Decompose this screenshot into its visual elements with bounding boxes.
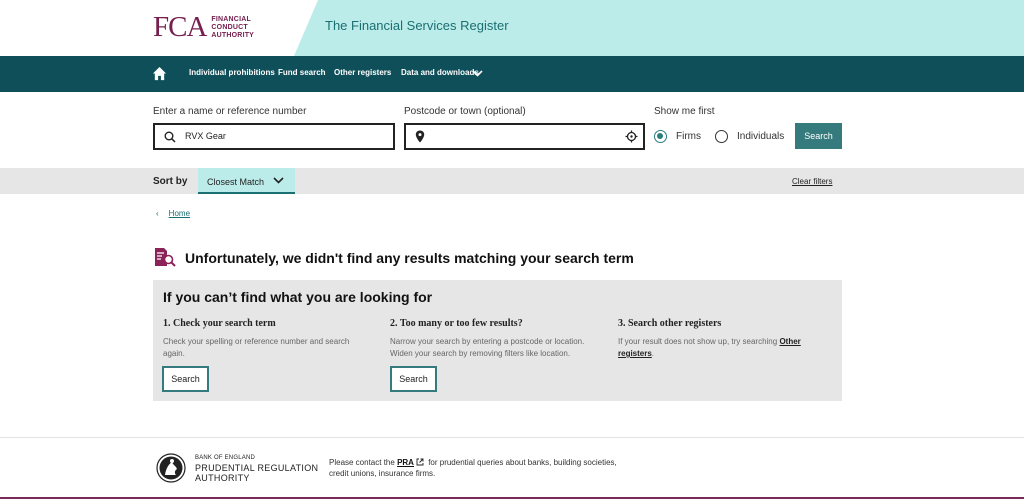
back-chevron-icon: ‹ (156, 209, 159, 218)
name-field-label: Enter a name or reference number (153, 106, 307, 117)
help-col3-text: If your result does not show up, try sea… (618, 337, 778, 346)
pra-contact-text: Please contact the PRA for prudential qu… (329, 458, 617, 478)
fca-logo[interactable]: FCA FINANCIAL CONDUCT AUTHORITY (153, 13, 254, 42)
chevron-down-icon[interactable] (472, 70, 483, 77)
no-results-heading: Unfortunately, we didn't find any result… (185, 250, 634, 266)
pra-link[interactable]: PRA (397, 458, 414, 467)
crosshair-icon[interactable] (625, 130, 638, 143)
help-col2-heading: 2. Too many or too few results? (390, 318, 523, 329)
help-col3-body: If your result does not show up, try sea… (618, 336, 828, 360)
sort-select[interactable]: Closest Match (198, 168, 295, 194)
breadcrumb: ‹ Home (156, 209, 190, 218)
show-first-label: Show me first (654, 106, 715, 117)
pra-crest-icon (156, 453, 186, 483)
site-header: FCA FINANCIAL CONDUCT AUTHORITY The Fina… (0, 0, 1024, 56)
postcode-input[interactable] (404, 123, 645, 150)
help-column-1: 1. Check your search term Check your spe… (163, 318, 373, 360)
sort-label: Sort by (153, 176, 188, 187)
help-title: If you can’t find what you are looking f… (163, 289, 433, 305)
location-pin-icon (415, 130, 425, 143)
nav-other-registers[interactable]: Other registers (334, 68, 391, 77)
individuals-radio[interactable] (715, 130, 728, 143)
name-search-value: RVX Gear (185, 131, 226, 141)
main-nav: Individual prohibitions Fund search Othe… (0, 56, 1024, 92)
help-col3-end: . (651, 349, 655, 358)
help-column-3: 3. Search other registers If your result… (618, 318, 828, 360)
search-button[interactable]: Search (795, 123, 842, 149)
postcode-field-label: Postcode or town (optional) (404, 106, 526, 117)
pra-name: PRUDENTIAL REGULATION AUTHORITY (195, 463, 319, 483)
nav-data-and-downloads[interactable]: Data and downloads (401, 68, 479, 77)
nav-individual-prohibitions[interactable]: Individual prohibitions (189, 68, 275, 77)
logo-text: FINANCIAL CONDUCT AUTHORITY (211, 15, 255, 39)
search-icon (164, 131, 176, 143)
name-search-input[interactable]: RVX Gear (153, 123, 395, 150)
home-icon[interactable] (152, 66, 167, 81)
logo-mark: FCA (153, 11, 207, 43)
firms-radio-label[interactable]: Firms (676, 131, 701, 142)
nav-fund-search[interactable]: Fund search (278, 68, 326, 77)
help-col2-text: Narrow your search by entering a postcod… (390, 337, 585, 358)
site-title[interactable]: The Financial Services Register (325, 18, 509, 33)
help-search-button-1[interactable]: Search (162, 366, 209, 392)
external-link-icon (416, 458, 424, 466)
chevron-down-icon (273, 177, 284, 184)
help-col1-heading: 1. Check your search term (163, 318, 276, 329)
breadcrumb-home-link[interactable]: Home (169, 209, 190, 218)
help-search-button-2[interactable]: Search (390, 366, 437, 392)
help-col3-heading: 3. Search other registers (618, 318, 722, 329)
sort-bar: Sort by Closest Match Clear filters (0, 168, 1024, 194)
help-column-2: 2. Too many or too few results? Narrow y… (390, 318, 600, 360)
sort-value: Closest Match (207, 177, 265, 187)
site-footer: BANK OF ENGLAND PRUDENTIAL REGULATION AU… (0, 437, 1024, 499)
help-col1-text: Check your spelling or reference number … (163, 337, 350, 358)
pra-bank-label: BANK OF ENGLAND (195, 455, 256, 461)
firms-radio[interactable] (654, 130, 667, 143)
individuals-radio-label[interactable]: Individuals (737, 131, 784, 142)
help-panel: If you can’t find what you are looking f… (153, 280, 842, 401)
clear-filters-link[interactable]: Clear filters (792, 177, 832, 186)
no-results-icon (155, 248, 176, 267)
